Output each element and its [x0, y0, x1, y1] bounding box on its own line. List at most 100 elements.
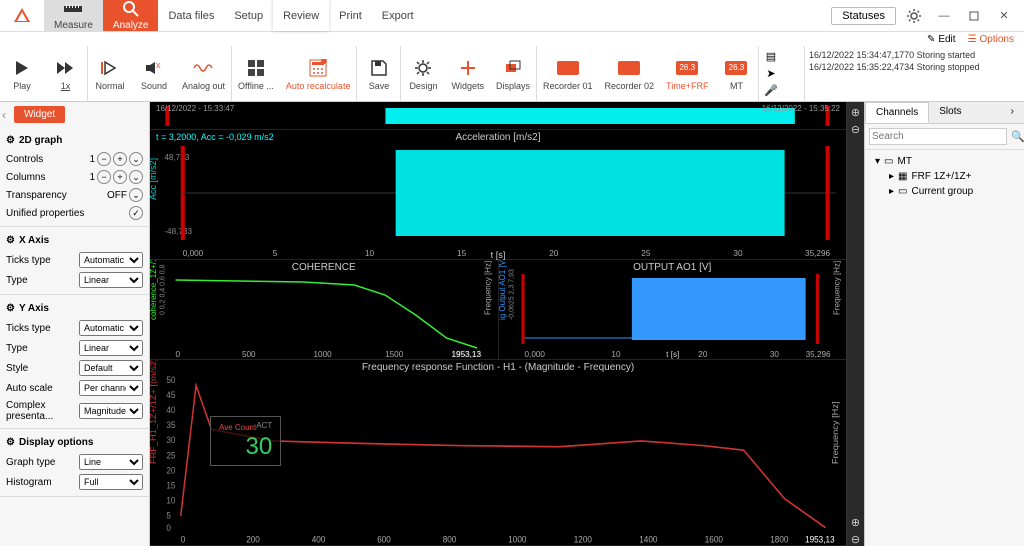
search-icon[interactable]: 🔍: [1007, 130, 1024, 143]
svg-text:10: 10: [166, 495, 175, 506]
log-line: 16/12/2022 15:35:22,4734 Storing stopped: [809, 62, 1020, 72]
y-style-select[interactable]: Default: [79, 360, 143, 376]
y-autoscale-label: Auto scale: [6, 383, 53, 394]
speed-button[interactable]: 1x: [44, 46, 88, 101]
zoom-in-icon[interactable]: ⊕: [851, 106, 860, 119]
overview-strip[interactable]: 16/12/2022 - 15:33:47 16/12/2022 - 15:35…: [150, 102, 846, 130]
output-chart[interactable]: OUTPUT AO1 [V] ig Output AO1 [V -0,0625 …: [499, 260, 847, 360]
section-2d-graph[interactable]: ⚙2D graph: [6, 131, 143, 150]
svg-text:25: 25: [166, 450, 175, 461]
y-type-select[interactable]: Linear: [79, 340, 143, 356]
acceleration-chart[interactable]: t = 3,2000, Acc = -0,029 m/s2 Accelerati…: [150, 130, 846, 260]
check-button[interactable]: ✓: [129, 206, 143, 220]
gear-icon: ⚙: [6, 437, 15, 448]
chevron-right-icon: ▸: [889, 171, 894, 182]
x-type-select[interactable]: Linear: [79, 272, 143, 288]
zoom-out-icon[interactable]: ⊖: [851, 123, 860, 136]
time-frf-button[interactable]: 26.3Time+FRF: [660, 46, 714, 101]
search-input[interactable]: [869, 128, 1007, 145]
menu-print[interactable]: Print: [329, 0, 372, 31]
zoom-out-icon[interactable]: ⊖: [851, 533, 860, 546]
analog-out-button[interactable]: Analog out: [176, 46, 232, 101]
graph-type-label: Graph type: [6, 457, 55, 468]
y-autoscale-select[interactable]: Per channe: [79, 380, 143, 396]
design-button[interactable]: Design: [401, 46, 445, 101]
minimize-icon[interactable]: —: [932, 4, 956, 28]
gear-icon[interactable]: [902, 4, 926, 28]
svg-text:x: x: [156, 61, 161, 70]
doc-icon[interactable]: ▤: [766, 50, 776, 63]
gear-icon: [412, 57, 434, 79]
displays-button[interactable]: Displays: [490, 46, 537, 101]
y-complex-select[interactable]: Magnitude: [79, 403, 143, 419]
svg-text:15: 15: [166, 480, 175, 491]
widget-tab[interactable]: Widget: [14, 106, 65, 123]
maximize-icon[interactable]: [962, 4, 986, 28]
mt-button[interactable]: 26.3MT: [714, 46, 758, 101]
mic-icon[interactable]: 🎤: [764, 84, 778, 97]
y-ticks-select[interactable]: Automatic: [79, 320, 143, 336]
graph-type-select[interactable]: Line: [79, 454, 143, 470]
plus-button[interactable]: +: [113, 152, 127, 166]
section-display[interactable]: ⚙Display options: [6, 433, 143, 452]
cursor-icon[interactable]: ➤: [766, 67, 775, 80]
play-button[interactable]: Play: [0, 46, 44, 101]
svg-text:500: 500: [242, 350, 256, 359]
menu-analyze[interactable]: Analyze: [103, 0, 159, 31]
y-complex-label: Complex presenta...: [6, 400, 79, 422]
save-button[interactable]: Save: [357, 46, 401, 101]
menubar: Measure Analyze Data files Setup Review …: [0, 0, 1024, 32]
toggle-button[interactable]: ⌄: [129, 188, 143, 202]
svg-text:t [s]: t [s]: [491, 250, 506, 260]
chart-title: OUTPUT AO1 [V]: [499, 262, 847, 273]
recorder-02-button[interactable]: Recorder 02: [599, 46, 661, 101]
chevron-left-icon[interactable]: ‹: [2, 108, 6, 122]
search-icon: [122, 0, 140, 18]
menu-data-files[interactable]: Data files: [158, 0, 224, 31]
tree-item[interactable]: ▸▭Current group: [869, 184, 1020, 199]
close-icon[interactable]: ✕: [992, 4, 1016, 28]
offline-button[interactable]: Offline ...: [232, 46, 280, 101]
section-y-axis[interactable]: ⚙Y Axis: [6, 299, 143, 318]
controls-value: 1: [89, 154, 95, 165]
tab-slots[interactable]: Slots: [929, 102, 971, 123]
section-x-axis[interactable]: ⚙X Axis: [6, 231, 143, 250]
frf-chart[interactable]: Frequency response Function - H1 - (Magn…: [150, 360, 846, 546]
tree-item[interactable]: ▸▦FRF 1Z+/1Z+: [869, 169, 1020, 184]
menu-export[interactable]: Export: [372, 0, 424, 31]
statuses-button[interactable]: Statuses: [831, 7, 896, 25]
menu-setup[interactable]: Setup: [224, 0, 273, 31]
grid-icon: [245, 57, 267, 79]
ave-count-box: Ave Count ACT 30: [210, 416, 281, 466]
sound-button[interactable]: xSound: [132, 46, 176, 101]
menu-measure[interactable]: Measure: [44, 0, 103, 31]
minus-button[interactable]: −: [97, 152, 111, 166]
auto-recalc-button[interactable]: Auto recalculate: [280, 46, 358, 101]
plus-button[interactable]: +: [113, 170, 127, 184]
svg-text:25: 25: [641, 249, 651, 258]
channel-tree: ▾▭MT ▸▦FRF 1Z+/1Z+ ▸▭Current group: [865, 150, 1024, 203]
folder-icon: ▭: [884, 156, 893, 167]
down-button[interactable]: ⌄: [129, 152, 143, 166]
svg-text:48,733: 48,733: [164, 153, 190, 162]
svg-text:600: 600: [377, 534, 391, 545]
svg-text:30: 30: [166, 435, 175, 446]
chevron-right-icon[interactable]: ›: [1001, 102, 1024, 123]
tab-channels[interactable]: Channels: [865, 102, 929, 123]
recorder-01-button[interactable]: Recorder 01: [537, 46, 599, 101]
menu-review[interactable]: Review: [273, 0, 329, 31]
histogram-select[interactable]: Full: [79, 474, 143, 490]
widgets-button[interactable]: Widgets: [445, 46, 490, 101]
tree-root[interactable]: ▾▭MT: [869, 154, 1020, 169]
x-ticks-select[interactable]: Automatic: [79, 252, 143, 268]
mode-normal-button[interactable]: Normal: [88, 46, 132, 101]
options-link[interactable]: ☰Options: [968, 34, 1014, 45]
svg-text:400: 400: [312, 534, 326, 545]
coherence-chart[interactable]: COHERENCE coherence_1Z+/1Z+ 0 0,2 0,4 0,…: [150, 260, 499, 360]
edit-link[interactable]: ✎Edit: [927, 34, 956, 45]
badge-icon: 26.3: [725, 57, 747, 79]
minus-button[interactable]: −: [97, 170, 111, 184]
svg-text:20: 20: [698, 350, 708, 359]
zoom-in-icon[interactable]: ⊕: [851, 516, 860, 529]
down-button[interactable]: ⌄: [129, 170, 143, 184]
